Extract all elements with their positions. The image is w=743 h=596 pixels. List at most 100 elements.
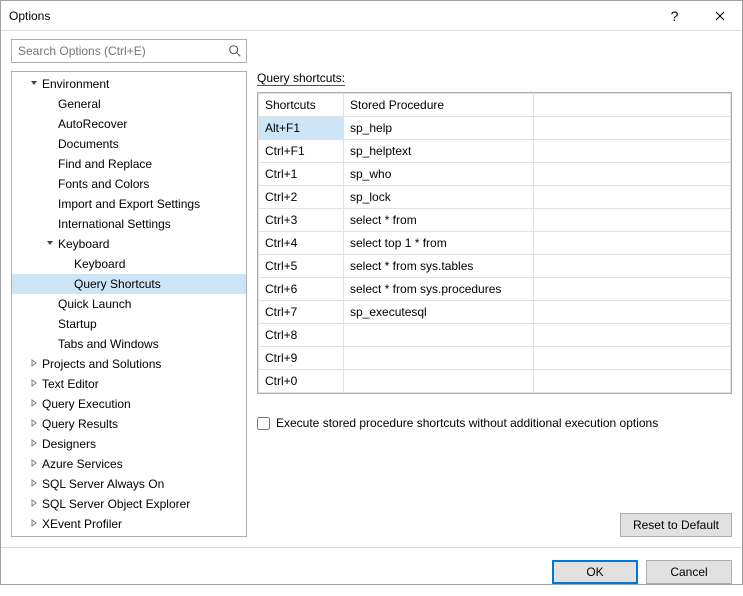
tree-item[interactable]: Azure Services: [12, 454, 246, 474]
chevron-right-icon[interactable]: [28, 358, 40, 370]
table-row[interactable]: Ctrl+0: [259, 370, 731, 393]
tree-item[interactable]: Fonts and Colors: [12, 174, 246, 194]
tree-item[interactable]: Quick Launch: [12, 294, 246, 314]
reset-button[interactable]: Reset to Default: [620, 513, 732, 537]
procedure-cell[interactable]: select * from sys.procedures: [344, 278, 534, 301]
help-button[interactable]: ?: [652, 1, 697, 30]
tree-item[interactable]: Documents: [12, 134, 246, 154]
chevron-right-icon[interactable]: [28, 438, 40, 450]
shortcut-cell[interactable]: Ctrl+7: [259, 301, 344, 324]
tree-item[interactable]: AutoRecover: [12, 114, 246, 134]
tree-item[interactable]: Import and Export Settings: [12, 194, 246, 214]
tree-item[interactable]: Environment: [12, 74, 246, 94]
table-row[interactable]: Alt+F1sp_help: [259, 117, 731, 140]
shortcut-cell[interactable]: Ctrl+F1: [259, 140, 344, 163]
tree-item[interactable]: SQL Server Object Explorer: [12, 494, 246, 514]
table-row[interactable]: Ctrl+1sp_who: [259, 163, 731, 186]
procedure-cell[interactable]: sp_helptext: [344, 140, 534, 163]
tree-item-label: Keyboard: [74, 257, 125, 271]
table-row[interactable]: Ctrl+4select top 1 * from: [259, 232, 731, 255]
procedure-cell[interactable]: [344, 370, 534, 393]
tree-item[interactable]: General: [12, 94, 246, 114]
shortcut-cell[interactable]: Ctrl+4: [259, 232, 344, 255]
chevron-down-icon[interactable]: [28, 78, 40, 90]
chevron-right-icon[interactable]: [28, 478, 40, 490]
tree-item[interactable]: Query Shortcuts: [12, 274, 246, 294]
execute-option-label[interactable]: Execute stored procedure shortcuts witho…: [276, 416, 658, 430]
close-button[interactable]: [697, 1, 742, 30]
shortcut-cell[interactable]: Ctrl+3: [259, 209, 344, 232]
dialog-footer: OK Cancel: [1, 547, 742, 596]
tree-item-label: Fonts and Colors: [58, 177, 149, 191]
chevron-down-icon[interactable]: [44, 238, 56, 250]
table-row[interactable]: Ctrl+F1sp_helptext: [259, 140, 731, 163]
tree-item[interactable]: Text Editor: [12, 374, 246, 394]
procedure-cell[interactable]: select top 1 * from: [344, 232, 534, 255]
shortcuts-table[interactable]: Shortcuts Stored Procedure Alt+F1sp_help…: [258, 93, 731, 393]
chevron-right-icon[interactable]: [28, 518, 40, 530]
tree-item[interactable]: Query Results: [12, 414, 246, 434]
procedure-cell[interactable]: sp_help: [344, 117, 534, 140]
chevron-right-icon[interactable]: [28, 458, 40, 470]
empty-cell: [534, 301, 731, 324]
search-box[interactable]: [11, 39, 247, 63]
tree-item[interactable]: International Settings: [12, 214, 246, 234]
chevron-right-icon[interactable]: [28, 498, 40, 510]
execute-option-checkbox[interactable]: [257, 417, 270, 430]
tree-item[interactable]: Tabs and Windows: [12, 334, 246, 354]
procedure-cell[interactable]: select * from: [344, 209, 534, 232]
shortcut-cell[interactable]: Alt+F1: [259, 117, 344, 140]
procedure-cell[interactable]: [344, 347, 534, 370]
options-dialog: Options ? EnvironmentGeneralAutoRecoverD…: [0, 0, 743, 585]
shortcut-cell[interactable]: Ctrl+2: [259, 186, 344, 209]
empty-cell: [534, 140, 731, 163]
shortcut-cell[interactable]: Ctrl+8: [259, 324, 344, 347]
procedure-cell[interactable]: sp_executesql: [344, 301, 534, 324]
search-input[interactable]: [18, 44, 228, 58]
tree-item[interactable]: Startup: [12, 314, 246, 334]
tree-item[interactable]: SQL Server Always On: [12, 474, 246, 494]
table-row[interactable]: Ctrl+6select * from sys.procedures: [259, 278, 731, 301]
procedure-cell[interactable]: sp_who: [344, 163, 534, 186]
tree-item[interactable]: XEvent Profiler: [12, 514, 246, 534]
empty-cell: [534, 347, 731, 370]
header-empty: [534, 94, 731, 117]
shortcut-cell[interactable]: Ctrl+5: [259, 255, 344, 278]
procedure-cell[interactable]: sp_lock: [344, 186, 534, 209]
table-row[interactable]: Ctrl+9: [259, 347, 731, 370]
tree-item-label: General: [58, 97, 101, 111]
empty-cell: [534, 117, 731, 140]
shortcut-cell[interactable]: Ctrl+9: [259, 347, 344, 370]
procedure-cell[interactable]: [344, 324, 534, 347]
tree-item[interactable]: Find and Replace: [12, 154, 246, 174]
tree-item-label: Designers: [42, 437, 96, 451]
tree-item-label: Documents: [58, 137, 119, 151]
table-row[interactable]: Ctrl+3select * from: [259, 209, 731, 232]
tree-item[interactable]: Keyboard: [12, 234, 246, 254]
header-procedure[interactable]: Stored Procedure: [344, 94, 534, 117]
tree-item[interactable]: Keyboard: [12, 254, 246, 274]
tree-item[interactable]: Projects and Solutions: [12, 354, 246, 374]
chevron-right-icon[interactable]: [28, 418, 40, 430]
tree-spacer: [44, 118, 56, 130]
reset-row: Reset to Default: [257, 505, 732, 537]
tree-item[interactable]: Query Execution: [12, 394, 246, 414]
shortcut-cell[interactable]: Ctrl+1: [259, 163, 344, 186]
table-row[interactable]: Ctrl+5select * from sys.tables: [259, 255, 731, 278]
table-row[interactable]: Ctrl+7sp_executesql: [259, 301, 731, 324]
table-row[interactable]: Ctrl+8: [259, 324, 731, 347]
right-panel: Query shortcuts: Shortcuts Stored Proced…: [257, 71, 732, 537]
tree-item[interactable]: Designers: [12, 434, 246, 454]
shortcut-cell[interactable]: Ctrl+6: [259, 278, 344, 301]
procedure-cell[interactable]: select * from sys.tables: [344, 255, 534, 278]
chevron-right-icon[interactable]: [28, 378, 40, 390]
cancel-button[interactable]: Cancel: [646, 560, 732, 584]
table-row[interactable]: Ctrl+2sp_lock: [259, 186, 731, 209]
chevron-right-icon[interactable]: [28, 398, 40, 410]
tree-item-label: Environment: [42, 77, 109, 91]
options-tree[interactable]: Environment General AutoRecover Documents Fi…: [11, 71, 247, 537]
shortcut-cell[interactable]: Ctrl+0: [259, 370, 344, 393]
ok-button[interactable]: OK: [552, 560, 638, 584]
empty-cell: [534, 232, 731, 255]
header-shortcut[interactable]: Shortcuts: [259, 94, 344, 117]
